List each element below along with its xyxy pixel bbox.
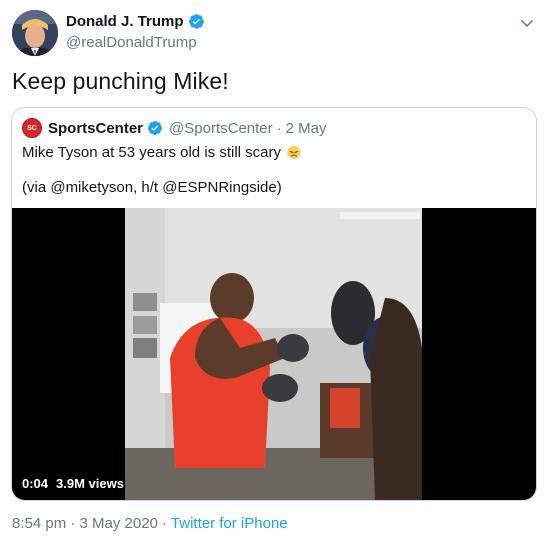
quoted-tweet-text-line1: Mike Tyson at 53 years old is still scar… (22, 143, 303, 161)
tweet-timestamp[interactable]: 8:54 pm · 3 May 2020 (12, 515, 158, 532)
quoted-tweet-credit: (via @miketyson, h/t @ESPNRingside) (22, 179, 282, 196)
tweet-footer: 8:54 pm · 3 May 2020 · Twitter for iPhon… (12, 515, 288, 532)
quoted-tweet-date[interactable]: 2 May (286, 120, 327, 137)
verified-badge-icon (188, 14, 204, 29)
avatar[interactable] (12, 10, 58, 56)
quoted-tweet-header: SC SportsCenter @SportsCenter · 2 May (22, 118, 327, 138)
video-view-count: 3.9M views (56, 476, 124, 491)
quoted-author-name[interactable]: SportsCenter (48, 120, 143, 137)
author-name-row[interactable]: Donald J. Trump (66, 13, 205, 30)
author-handle[interactable]: @realDonaldTrump (66, 34, 197, 51)
verified-badge-icon (148, 121, 163, 135)
separator-dot: · (161, 515, 167, 532)
quoted-tweet-text: Mike Tyson at 53 years old is still scar… (22, 143, 281, 161)
chevron-down-icon[interactable] (518, 14, 536, 32)
video-player[interactable]: 0:04 3.9M views (12, 208, 536, 500)
sportscenter-logo: SC (22, 118, 42, 138)
separator-dot: · (276, 119, 282, 137)
avatar-image (12, 10, 58, 56)
quoted-tweet[interactable]: SC SportsCenter @SportsCenter · 2 May Mi… (11, 107, 537, 501)
video-duration: 0:04 (22, 476, 49, 491)
face-with-steam-emoji-icon (286, 146, 302, 159)
author-name[interactable]: Donald J. Trump (66, 13, 184, 30)
video-meta: 0:04 3.9M views (22, 476, 124, 491)
tweet-text: Keep punching Mike! (12, 68, 229, 94)
quoted-author-handle[interactable]: @SportsCenter (169, 120, 273, 137)
tweet-source-link[interactable]: Twitter for iPhone (171, 515, 288, 532)
video-play-area[interactable] (12, 208, 536, 500)
